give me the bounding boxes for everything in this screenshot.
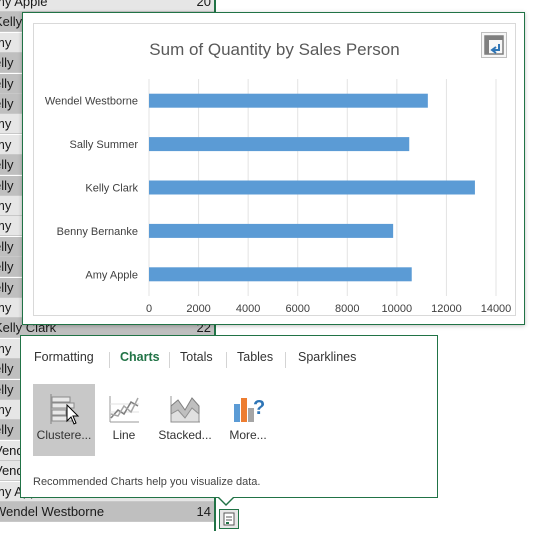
clustered-bar-option[interactable]: Clustere...: [33, 384, 95, 456]
sheet-cell-name: elly: [0, 177, 14, 193]
category-label: Sally Summer: [70, 139, 139, 151]
sheet-cell-name: elly: [0, 157, 14, 173]
more-charts-label: More...: [229, 428, 267, 442]
stacked-area-chart-icon: [170, 396, 200, 423]
x-tick-label: 0: [146, 303, 152, 315]
panel-pointer-fill: [219, 497, 233, 504]
sheet-cell-quantity: 20: [196, 0, 211, 9]
sheet-row[interactable]: Wendel Westborne 14: [0, 502, 215, 522]
quick-analysis-tabs: Formatting Charts Totals Tables Sparklin…: [21, 350, 437, 370]
quick-analysis-icon[interactable]: [219, 509, 239, 529]
category-label: Kelly Clark: [85, 183, 138, 195]
sheet-cell-name: my: [0, 402, 12, 417]
sheet-cell-name: elly: [0, 259, 14, 275]
tab-charts[interactable]: Charts: [120, 350, 160, 364]
bar: [149, 137, 410, 152]
sheet-cell-name: elly: [0, 279, 14, 295]
sheet-cell-quantity: 14: [196, 504, 211, 519]
more-charts-option[interactable]: ? More...: [217, 384, 279, 456]
sheet-row[interactable]: my Apple 20: [0, 0, 215, 12]
sheet-cell-name: elly: [0, 361, 14, 377]
mouse-pointer-icon: [66, 403, 82, 431]
sheet-cell-name: elly: [0, 381, 14, 397]
x-tick-label: 4000: [236, 303, 260, 315]
stacked-area-option[interactable]: Stacked...: [154, 384, 216, 456]
line-chart-label: Line: [112, 428, 136, 442]
sheet-cell-name: my: [0, 300, 12, 315]
sheet-cell-name: elly: [0, 96, 14, 111]
category-label: Wendel Westborne: [45, 96, 138, 108]
more-charts-icon: ?: [234, 397, 265, 422]
x-tick-label: 12000: [431, 303, 462, 315]
tab-divider: [169, 352, 170, 368]
chart-layout-icon[interactable]: [481, 32, 507, 58]
bar-chart: 0 2000 4000 6000 8000 10000 12000 14000 Wendel W…: [45, 79, 512, 315]
category-label: Amy Apple: [85, 269, 138, 281]
svg-text:?: ?: [253, 397, 265, 419]
sheet-cell-name: my: [0, 136, 12, 152]
line-chart-icon: [109, 396, 139, 423]
bar: [149, 93, 428, 108]
x-tick-label: 14000: [481, 303, 512, 315]
bar: [149, 223, 394, 238]
chart-title: Sum of Quantity by Sales Person: [149, 40, 400, 59]
tab-sparklines[interactable]: Sparklines: [298, 350, 356, 364]
quick-analysis-panel: Formatting Charts Totals Tables Sparklin…: [20, 335, 438, 498]
sheet-cell-name: elly: [0, 238, 14, 254]
bar: [149, 180, 475, 195]
category-label: Benny Bernanke: [57, 226, 138, 238]
sheet-cell-name: elly: [0, 55, 14, 71]
x-tick-label: 2000: [186, 303, 210, 315]
sheet-cell-name: my Apple: [0, 0, 48, 9]
tab-formatting[interactable]: Formatting: [34, 350, 94, 364]
sheet-cell-name: my: [0, 198, 12, 213]
chart-preview: 0 2000 4000 6000 8000 10000 12000 14000 Wendel W…: [22, 12, 525, 325]
tab-divider: [226, 352, 227, 368]
sheet-cell-name: my: [0, 34, 12, 50]
bar: [149, 267, 412, 282]
line-chart-option[interactable]: Line: [93, 384, 155, 456]
tab-divider: [109, 352, 110, 368]
sheet-cell-name: my: [0, 116, 12, 132]
sheet-cell-name: Wendel Westborne: [0, 504, 105, 519]
x-tick-label: 8000: [335, 303, 359, 315]
sheet-cell-name: my: [0, 340, 12, 356]
stacked-area-label: Stacked...: [158, 428, 212, 442]
clustered-bar-label: Clustere...: [36, 428, 92, 442]
quick-analysis-description: Recommended Charts help you visualize da…: [33, 476, 261, 488]
x-tick-label: 6000: [285, 303, 309, 315]
chart-area: 0 2000 4000 6000 8000 10000 12000 14000 Wendel W…: [33, 23, 516, 316]
tab-totals[interactable]: Totals: [180, 350, 213, 364]
sheet-cell-name: my: [0, 218, 12, 234]
tab-tables[interactable]: Tables: [237, 350, 273, 364]
sheet-cell-name: elly: [0, 75, 14, 91]
x-tick-label: 10000: [382, 303, 413, 315]
sheet-cell-name: elly: [0, 422, 14, 438]
tab-divider: [285, 352, 286, 368]
